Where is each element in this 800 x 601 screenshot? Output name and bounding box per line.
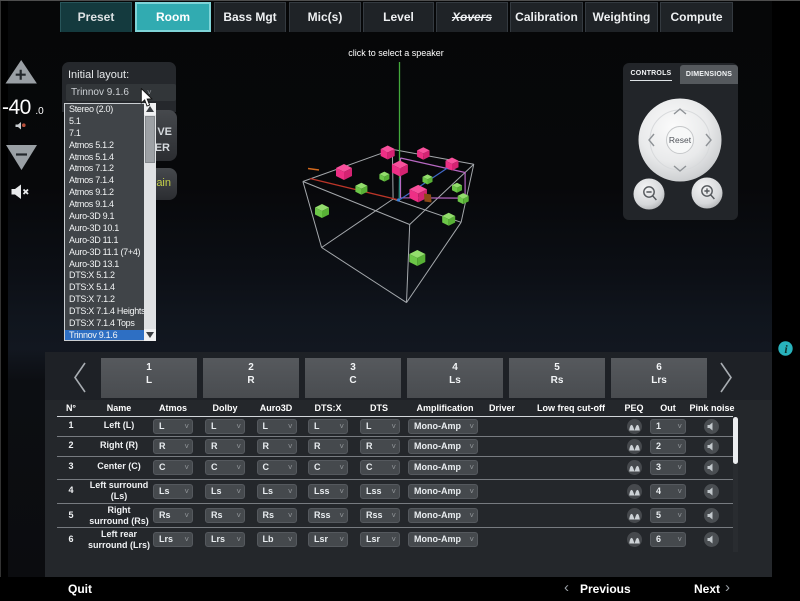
svg-text:Reset: Reset (669, 135, 692, 145)
